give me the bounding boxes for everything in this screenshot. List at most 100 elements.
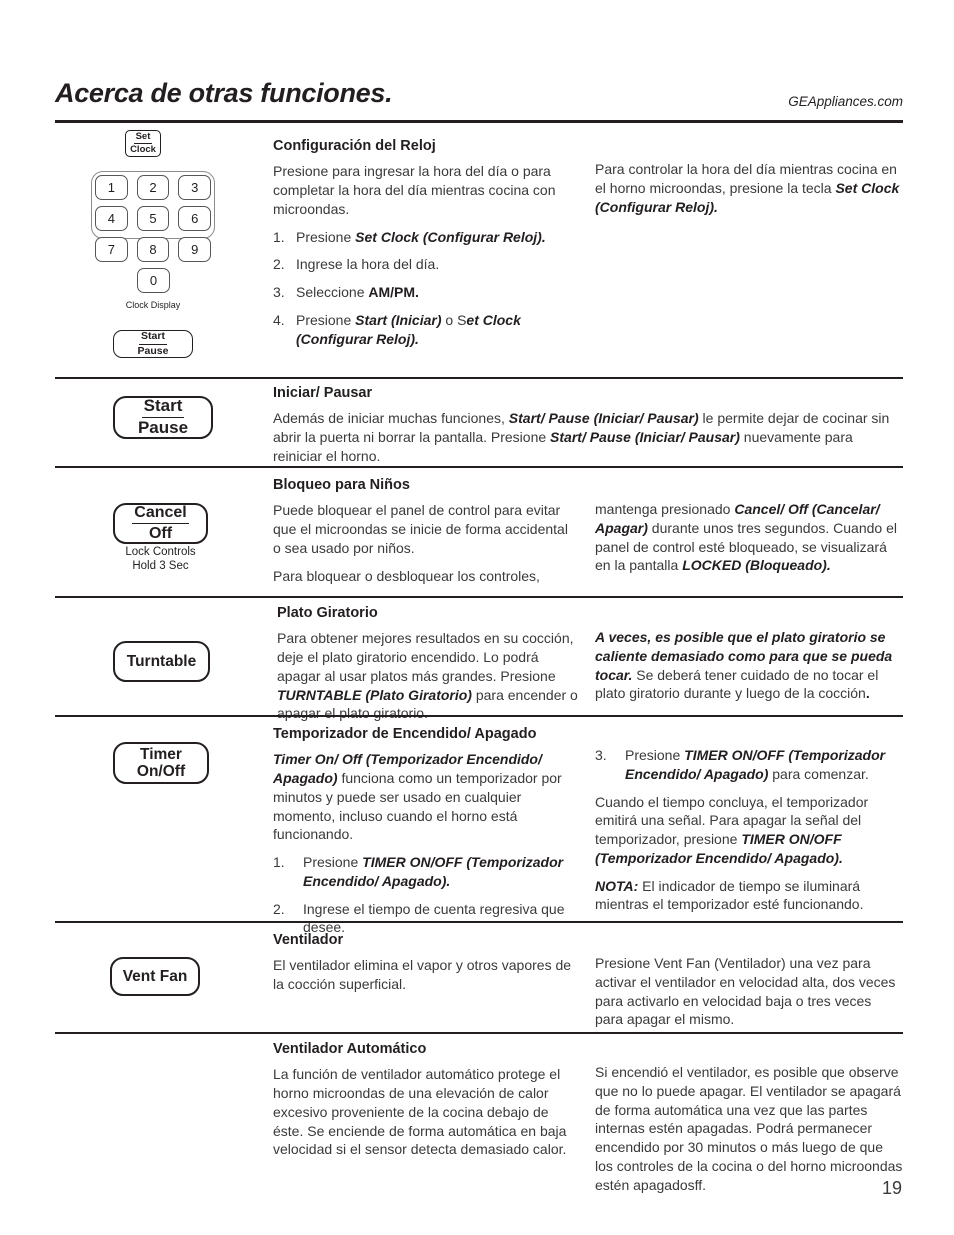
- turntable-warning: A veces, es posible que el plato girator…: [595, 628, 903, 703]
- key-8[interactable]: 8: [136, 237, 170, 262]
- start-pause-label-line2: Pause: [137, 418, 189, 437]
- header-divider: [55, 120, 903, 123]
- start-pause-key-label-line2: Pause: [137, 344, 169, 357]
- step-number: 3.: [273, 284, 285, 301]
- vent-fan-left-column: Ventilador El ventilador elimina el vapo…: [273, 932, 575, 994]
- step-text: Seleccione: [296, 284, 369, 301]
- vent-fan-right-text: Presione Vent Fan (Ventilador) una vez p…: [595, 955, 896, 1028]
- set-clock-key[interactable]: Set Clock: [125, 130, 161, 157]
- key-7[interactable]: 7: [95, 237, 128, 262]
- page-header: Acerca de otras funciones. GEAppliances.…: [55, 78, 903, 124]
- start-pause-section: Iniciar/ Pausar Además de iniciar muchas…: [273, 385, 903, 466]
- section-divider-6: [55, 1032, 903, 1034]
- cancel-off-label-line2: Off: [148, 525, 173, 542]
- clock-section-heading: Configuración del Reloj: [273, 138, 436, 154]
- section-divider-5: [55, 921, 903, 923]
- step-number: 1.: [273, 854, 285, 871]
- step-text: Presione: [303, 854, 363, 871]
- set-clock-key-label-line2: Clock: [130, 144, 156, 155]
- cancel-off-button-art[interactable]: Cancel Off: [113, 503, 208, 544]
- tt-emph1: TURNTABLE (Plato Giratorio): [277, 686, 472, 703]
- page-number: 19: [881, 1178, 902, 1198]
- keypad-row: 7 8 9: [95, 237, 212, 262]
- keypad-row: 4 5 6: [95, 206, 212, 231]
- lock-controls-text: Lock Controls: [125, 546, 196, 558]
- key-1[interactable]: 1: [95, 175, 128, 200]
- step-emphasis: Set Clock (Configurar Reloj).: [355, 228, 546, 245]
- key-3[interactable]: 3: [178, 175, 212, 200]
- cl-part1: mantenga presionado: [595, 501, 735, 517]
- child-lock-paragraph-2: Para bloquear o desbloquear los controle…: [273, 567, 540, 584]
- step-text: Ingrese el tiempo de cuenta regresiva qu…: [303, 900, 565, 936]
- child-lock-paragraph-1: Puede bloquear el panel de control para …: [273, 502, 568, 556]
- step-number: 2.: [273, 256, 285, 273]
- step-text: Presione: [296, 228, 356, 245]
- turntable-heading: Plato Giratorio: [277, 605, 378, 621]
- timer-steps-continued: 3. Presione TIMER ON/OFF (Temporizador En…: [595, 746, 903, 784]
- section-divider-2: [55, 466, 903, 468]
- auto-fan-right-text: Si encendió el ventilador, es posible qu…: [595, 1064, 903, 1193]
- vent-fan-right-column: Presione Vent Fan (Ventilador) una vez p…: [595, 954, 903, 1029]
- vent-fan-label: Vent Fan: [122, 967, 188, 985]
- timer-step-3: 3. Presione TIMER ON/OFF (Temporizador En…: [595, 746, 903, 784]
- timer-right-column: 3. Presione TIMER ON/OFF (Temporizador En…: [595, 746, 903, 914]
- turntable-button-art[interactable]: Turntable: [113, 641, 210, 682]
- step-number: 3.: [595, 747, 607, 763]
- website-url[interactable]: GEAppliances.com: [788, 94, 903, 109]
- clock-section-steps: 1. Presione Set Clock (Configurar Reloj).…: [273, 228, 575, 349]
- hold-3-sec-text: Hold 3 Sec: [132, 560, 189, 573]
- step-text-2: para comenzar.: [768, 765, 869, 782]
- vent-fan-body: El ventilador elimina el vapor y otros v…: [273, 957, 572, 993]
- turntable-right-column: A veces, es posible que el plato girator…: [595, 628, 903, 703]
- timer-steps: 1. Presione TIMER ON/OFF (Temporizador En…: [273, 853, 575, 937]
- timer-label-line2: On/Off: [136, 763, 186, 780]
- control-panel-keypad-art: Set Clock 1 2 3 4 5 6 7 8 9 0 Clock Disp…: [91, 130, 230, 365]
- clock-step-4: 4. Presione Start (Iniciar) o Set Clock (…: [273, 311, 575, 349]
- turntable-body: Para obtener mejores resultados en su co…: [277, 629, 579, 723]
- child-lock-right-text: mantenga presionado Cancel/ Off (Cancela…: [595, 500, 903, 575]
- clock-section-right-column: Para controlar la hora del día mientras …: [595, 160, 903, 216]
- timer-on-off-button-art[interactable]: Timer On/Off: [113, 742, 209, 784]
- timer-right-paragraph: Cuando el tiempo concluya, el temporizad…: [595, 793, 903, 868]
- timer-left-column: Temporizador de Encendido/ Apagado Timer…: [273, 726, 575, 937]
- auto-fan-heading: Ventilador Automático: [273, 1041, 427, 1057]
- step-number: 1.: [273, 228, 285, 245]
- timer-intro: Timer On/ Off (Temporizador Encendido/ A…: [273, 750, 575, 844]
- turntable-label: Turntable: [126, 652, 197, 670]
- clock-step-2: 2. Ingrese la hora del día.: [273, 255, 575, 274]
- clock-section-left-column: Configuración del Reloj Presione para in…: [273, 138, 575, 348]
- vent-fan-heading: Ventilador: [273, 932, 344, 948]
- sp-emph1: Start/ Pause (Iniciar/ Pausar): [508, 410, 699, 427]
- child-lock-heading: Bloqueo para Niños: [273, 477, 410, 493]
- auto-fan-body: La función de ventilador automático prot…: [273, 1066, 567, 1158]
- key-2[interactable]: 2: [136, 175, 170, 200]
- start-pause-button-art[interactable]: Start Pause: [113, 396, 213, 439]
- clock-section-intro: Presione para ingresar la hora del día o…: [273, 163, 556, 217]
- timer-step-1: 1. Presione TIMER ON/OFF (Temporizador En…: [273, 853, 575, 891]
- cl-emph2: LOCKED (Bloqueado).: [682, 557, 831, 574]
- number-keypad: 1 2 3 4 5 6 7 8 9 0: [95, 175, 212, 299]
- keypad-row: 1 2 3: [95, 175, 212, 200]
- key-0[interactable]: 0: [137, 268, 170, 293]
- page-title: Acerca de otras funciones.: [55, 78, 393, 108]
- start-pause-key-small[interactable]: Start Pause: [113, 330, 193, 358]
- sp-emph2: Start/ Pause (Iniciar/ Pausar): [550, 429, 740, 446]
- step-text: Ingrese la hora del día.: [296, 256, 440, 273]
- sp-part1: Además de iniciar muchas funciones,: [273, 410, 509, 427]
- step-text: Presione: [625, 747, 685, 763]
- cancel-off-label-line1: Cancel: [132, 504, 189, 524]
- clock-section-right-text: Para controlar la hora del día mientras …: [595, 160, 903, 216]
- start-pause-heading: Iniciar/ Pausar: [273, 385, 373, 401]
- key-5[interactable]: 5: [136, 206, 170, 231]
- tt-part1: Para obtener mejores resultados en su co…: [277, 630, 574, 684]
- auto-fan-right-column: Si encendió el ventilador, es posible qu…: [595, 1063, 903, 1194]
- section-divider-3: [55, 596, 903, 598]
- start-pause-key-label-line1: Start: [139, 330, 167, 345]
- turntable-left-column: Plato Giratorio Para obtener mejores res…: [277, 605, 579, 723]
- timer-note-label: NOTA:: [595, 877, 639, 894]
- vent-fan-button-art[interactable]: Vent Fan: [110, 957, 200, 996]
- key-6[interactable]: 6: [178, 206, 212, 231]
- key-9[interactable]: 9: [178, 237, 212, 262]
- keypad-row: 0: [95, 268, 211, 293]
- key-4[interactable]: 4: [95, 206, 128, 231]
